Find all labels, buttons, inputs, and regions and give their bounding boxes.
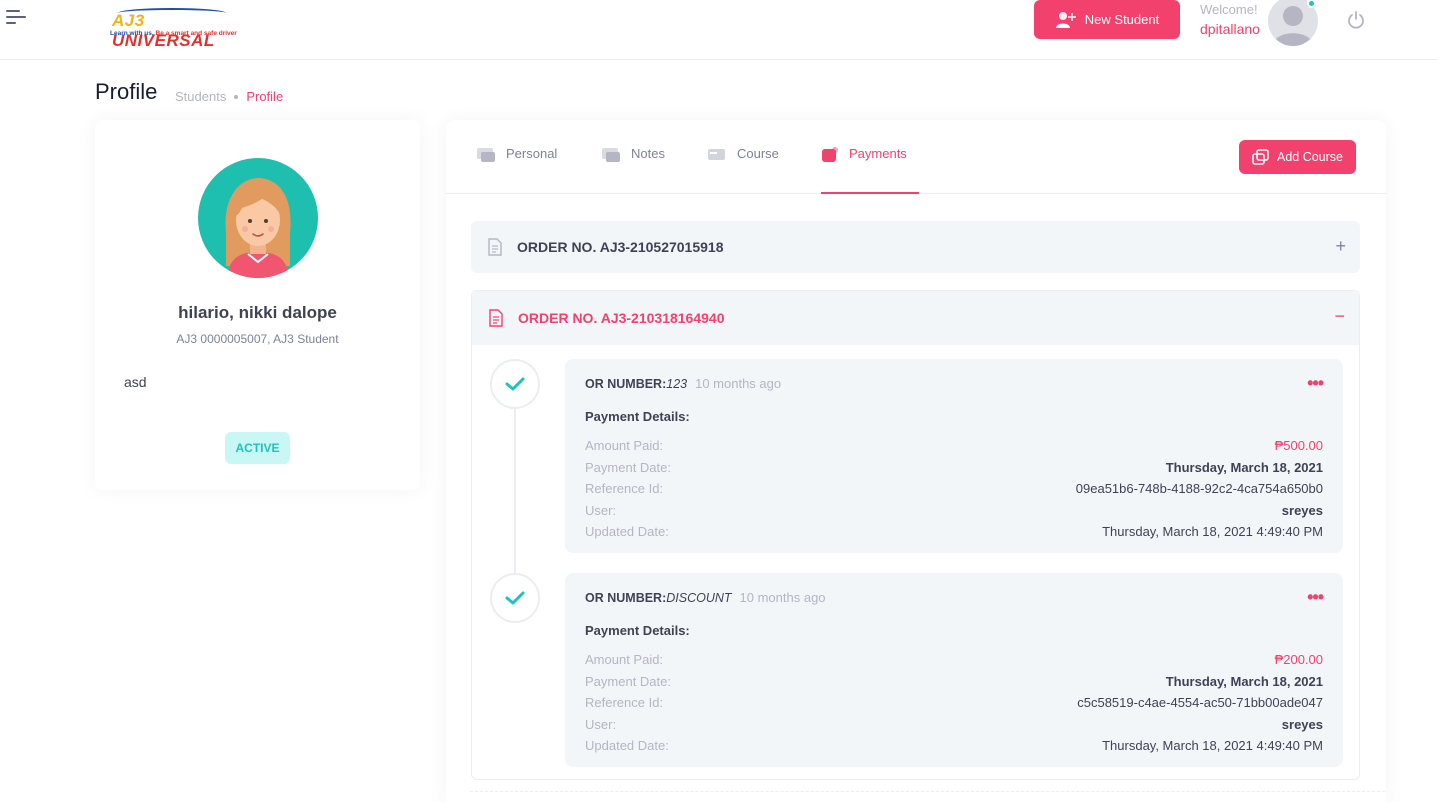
course-icon <box>708 149 725 160</box>
document-icon <box>488 238 502 256</box>
payment-time-ago: 10 months ago <box>695 376 782 391</box>
more-options-icon[interactable]: ••• <box>1307 587 1324 608</box>
order-number: ORDER NO. AJ3-210318164940 <box>518 310 725 326</box>
page-title: Profile <box>95 79 158 104</box>
timeline-check <box>490 359 540 409</box>
check-icon <box>505 377 525 391</box>
or-number-value: DISCOUNT <box>666 591 732 605</box>
main-card: Personal Notes Course Payments Add Cours… <box>446 120 1386 802</box>
tab-notes[interactable]: Notes <box>601 146 665 194</box>
add-user-icon <box>1055 11 1076 28</box>
timeline-check <box>490 573 540 623</box>
payment-user: sreyes <box>1281 503 1323 518</box>
check-icon <box>505 591 525 605</box>
welcome-text: Welcome! <box>1200 2 1258 17</box>
collapse-icon[interactable]: − <box>1334 306 1345 327</box>
breadcrumb: Students Profile <box>175 89 283 104</box>
order-accordion: ORDER NO. AJ3-210527015918 + <box>471 221 1360 273</box>
tab-personal-label: Personal <box>506 146 558 161</box>
detail-row-date: Payment Date: Thursday, March 18, 2021 <box>585 460 1323 475</box>
order-header[interactable]: ORDER NO. AJ3-210527015918 + <box>471 221 1360 273</box>
power-icon[interactable] <box>1346 10 1366 30</box>
breadcrumb-separator <box>234 94 239 99</box>
profile-name: hilario, nikki dalope <box>178 303 337 322</box>
id-card-icon <box>477 148 495 162</box>
username[interactable]: dpitallano <box>1200 21 1260 37</box>
order-accordion-expanded: ORDER NO. AJ3-210318164940 − OR NUMBER:1… <box>471 290 1360 780</box>
reference-id: 09ea51b6-748b-4188-92c2-4ca754a650b0 <box>1075 481 1323 496</box>
or-number-value: 123 <box>666 377 688 391</box>
detail-row-amount: Amount Paid: ₱200.00 <box>585 652 1323 667</box>
detail-row-reference: Reference Id: c5c58519-c4ae-4554-ac50-71b… <box>585 695 1323 710</box>
tab-personal[interactable]: Personal <box>476 146 557 194</box>
reference-id: c5c58519-c4ae-4554-ac50-71bb00ade047 <box>1077 695 1323 710</box>
tab-course[interactable]: Course <box>707 146 779 194</box>
new-student-button[interactable]: New Student <box>1034 0 1180 39</box>
breadcrumb-students[interactable]: Students <box>175 89 226 104</box>
online-status-dot <box>1307 0 1316 8</box>
amount-paid: ₱500.00 <box>1274 438 1323 453</box>
timeline-line <box>514 406 516 601</box>
or-number: OR NUMBER:DISCOUNT 10 months ago <box>585 590 826 605</box>
document-icon <box>489 309 503 327</box>
divider <box>470 791 1385 792</box>
updated-date: Thursday, March 18, 2021 4:49:40 PM <box>1102 524 1323 539</box>
tab-payments[interactable]: Payments <box>821 146 919 194</box>
payment-date: Thursday, March 18, 2021 <box>1165 460 1323 475</box>
expand-icon[interactable]: + <box>1335 236 1346 257</box>
more-options-icon[interactable]: ••• <box>1307 373 1324 394</box>
payment-time-ago: 10 months ago <box>739 590 826 605</box>
detail-row-updated: Updated Date: Thursday, March 18, 2021 4:… <box>585 738 1323 753</box>
detail-row-amount: Amount Paid: ₱500.00 <box>585 438 1323 453</box>
status-badge: ACTIVE <box>225 432 290 464</box>
add-course-button[interactable]: Add Course <box>1239 140 1356 174</box>
detail-row-user: User: sreyes <box>585 717 1323 732</box>
payments-icon <box>822 147 838 162</box>
copy-icon <box>1252 149 1269 165</box>
menu-toggle-icon[interactable] <box>6 10 26 30</box>
profile-subtitle: AJ3 0000005007, AJ3 Student <box>176 332 339 346</box>
detail-row-date: Payment Date: Thursday, March 18, 2021 <box>585 674 1323 689</box>
tab-payments-label: Payments <box>849 146 907 161</box>
amount-paid: ₱200.00 <box>1274 652 1323 667</box>
new-student-label: New Student <box>1084 12 1160 27</box>
payment-card: OR NUMBER:DISCOUNT 10 months ago ••• Paym… <box>565 573 1343 767</box>
or-number: OR NUMBER:123 10 months ago <box>585 376 782 391</box>
profile-card: hilario, nikki dalope AJ3 0000005007, AJ… <box>95 120 420 490</box>
brand-logo[interactable]: AJ3 UNIVERSAL Learn with us, Be a smart … <box>110 8 237 50</box>
payment-card: OR NUMBER:123 10 months ago ••• Payment D… <box>565 359 1343 553</box>
payment-date: Thursday, March 18, 2021 <box>1165 674 1323 689</box>
top-header: AJ3 UNIVERSAL Learn with us, Be a smart … <box>0 0 1437 60</box>
detail-row-updated: Updated Date: Thursday, March 18, 2021 4:… <box>585 524 1323 539</box>
order-header[interactable]: ORDER NO. AJ3-210318164940 − <box>472 291 1359 345</box>
profile-note: asd <box>124 374 147 390</box>
order-number: ORDER NO. AJ3-210527015918 <box>517 239 724 255</box>
tab-notes-label: Notes <box>631 146 665 161</box>
updated-date: Thursday, March 18, 2021 4:49:40 PM <box>1102 738 1323 753</box>
girl-avatar-icon <box>225 178 291 278</box>
tab-course-label: Course <box>737 146 779 161</box>
breadcrumb-profile: Profile <box>246 89 284 104</box>
notes-icon <box>602 148 620 162</box>
profile-avatar <box>198 158 318 278</box>
detail-row-user: User: sreyes <box>585 503 1323 518</box>
payment-user: sreyes <box>1281 717 1323 732</box>
detail-row-reference: Reference Id: 09ea51b6-748b-4188-92c2-4ca… <box>585 481 1323 496</box>
tab-bar: Personal Notes Course Payments Add Cours… <box>446 120 1386 194</box>
add-course-label: Add Course <box>1276 150 1343 164</box>
payment-details-title: Payment Details: <box>585 409 690 424</box>
payment-details-title: Payment Details: <box>585 623 690 638</box>
